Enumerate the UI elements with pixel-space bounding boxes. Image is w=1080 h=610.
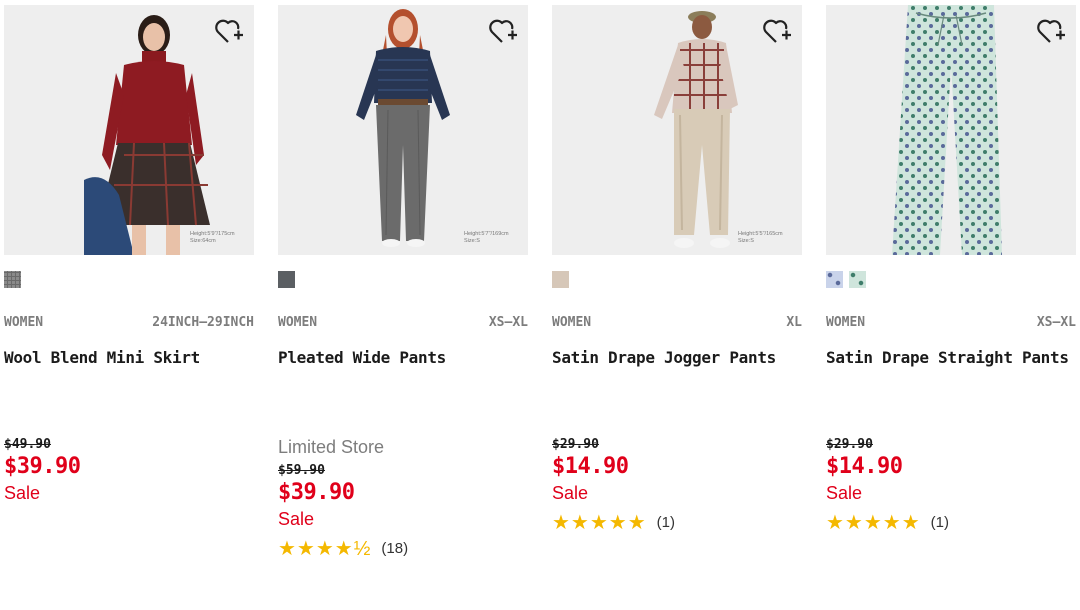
product-meta: WOMEN XS–XL [826,315,1076,330]
product-card[interactable]: Height:5'5"/165cm Size:S WOMEN XL Satin D… [552,5,802,534]
price-block: $49.90 $39.90 Sale [4,437,254,505]
model-size-note: Height:5'7"/169cm Size:S [464,231,509,244]
original-price: $59.90 [278,463,325,478]
heart-plus-icon[interactable] [1036,17,1066,45]
product-name[interactable]: Satin Drape Straight Pants [826,348,1076,370]
price-block: Limited Store $59.90 $39.90 Sale ★★★★½ (… [278,437,528,560]
product-image[interactable] [826,5,1076,255]
size-range: XL [786,315,802,330]
model-size-note: Height:5'5"/165cm Size:S [738,231,783,244]
color-swatches [4,271,254,288]
category-label: WOMEN [278,315,318,330]
category-label: WOMEN [552,315,592,330]
sale-price: $39.90 [278,480,355,505]
size-range: XS–XL [488,315,528,330]
color-swatch[interactable] [849,271,866,288]
product-meta: WOMEN 24INCH–29INCH [4,315,254,330]
heart-plus-icon[interactable] [488,17,518,45]
size-range: 24INCH–29INCH [152,315,254,330]
rating[interactable]: ★★★★★ (1) [552,511,802,534]
model-size-note: Height:5'9"/175cm Size:64cm [190,231,235,244]
price-block: $29.90 $14.90 Sale ★★★★★ (1) [826,437,1076,534]
product-meta: WOMEN XS–XL [278,315,528,330]
original-price: $49.90 [4,437,51,452]
store-availability: Limited Store [278,437,385,457]
review-count: (1) [656,513,675,531]
price-block: $29.90 $14.90 Sale ★★★★★ (1) [552,437,802,534]
color-swatch[interactable] [4,271,21,288]
color-swatch[interactable] [278,271,295,288]
sale-price: $14.90 [552,454,629,479]
category-label: WOMEN [4,315,44,330]
heart-plus-icon[interactable] [762,17,792,45]
color-swatch[interactable] [826,271,843,288]
rating[interactable]: ★★★★½ (18) [278,537,528,560]
color-swatches [278,271,528,288]
category-label: WOMEN [826,315,866,330]
review-count: (1) [930,513,949,531]
star-rating-icon: ★★★★★ [552,511,647,534]
sale-label: Sale [826,483,863,503]
product-image[interactable]: Height:5'5"/165cm Size:S [552,5,802,255]
color-swatches [826,271,1076,288]
product-name[interactable]: Pleated Wide Pants [278,348,528,370]
product-name[interactable]: Satin Drape Jogger Pants [552,348,802,370]
product-card[interactable]: Height:5'9"/175cm Size:64cm WOMEN 24INCH–… [4,5,254,503]
product-name[interactable]: Wool Blend Mini Skirt [4,348,254,370]
sale-price: $39.90 [4,454,81,479]
product-image[interactable]: Height:5'9"/175cm Size:64cm [4,5,254,255]
original-price: $29.90 [826,437,873,452]
heart-plus-icon[interactable] [214,17,244,45]
star-rating-icon: ★★★★★ [826,511,921,534]
size-range: XS–XL [1036,315,1076,330]
rating[interactable]: ★★★★★ (1) [826,511,1076,534]
product-grid: Height:5'9"/175cm Size:64cm WOMEN 24INCH–… [0,0,1080,610]
product-meta: WOMEN XL [552,315,802,330]
color-swatch[interactable] [552,271,569,288]
sale-price: $14.90 [826,454,903,479]
product-image[interactable]: Height:5'7"/169cm Size:S [278,5,528,255]
review-count: (18) [381,539,409,557]
original-price: $29.90 [552,437,599,452]
sale-label: Sale [4,483,41,503]
product-card[interactable]: Height:5'7"/169cm Size:S WOMEN XS–XL Plea… [278,5,528,560]
product-card[interactable]: WOMEN XS–XL Satin Drape Straight Pants $… [826,5,1076,534]
star-rating-icon: ★★★★½ [278,537,372,560]
sale-label: Sale [278,509,315,529]
sale-label: Sale [552,483,589,503]
color-swatches [552,271,802,288]
